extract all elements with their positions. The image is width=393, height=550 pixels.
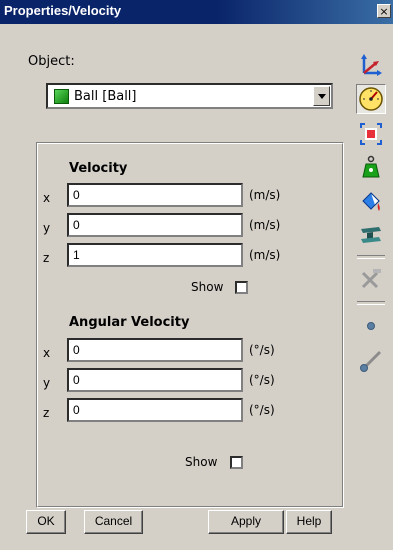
axes-icon[interactable]	[356, 50, 386, 80]
angular-y-unit: (°/s)	[249, 373, 275, 387]
mass-weight-icon[interactable]	[356, 152, 386, 182]
cancel-button[interactable]: Cancel	[84, 510, 143, 534]
velocity-z-label: z	[43, 251, 50, 265]
title-bar[interactable]: Properties/Velocity ×	[0, 0, 393, 24]
angular-velocity-heading: Angular Velocity	[69, 315, 190, 330]
chevron-down-icon[interactable]	[313, 86, 330, 106]
angular-show-checkbox[interactable]	[230, 456, 243, 469]
green-cube-icon	[54, 89, 69, 104]
angular-z-label: z	[43, 406, 50, 420]
velocity-show-checkbox[interactable]	[235, 281, 248, 294]
beam-icon[interactable]	[356, 220, 386, 250]
tools-icon[interactable]	[356, 264, 386, 294]
point-icon[interactable]	[356, 311, 386, 341]
angular-show-label: Show	[185, 455, 218, 469]
angular-x-unit: (°/s)	[249, 343, 275, 357]
angular-z-field[interactable]	[67, 398, 243, 422]
window-title: Properties/Velocity	[4, 3, 122, 18]
help-button[interactable]: Help	[286, 510, 332, 534]
velocity-x-unit: (m/s)	[249, 188, 281, 202]
object-select[interactable]: Ball [Ball]	[46, 83, 333, 109]
velocity-x-label: x	[43, 191, 51, 205]
object-select-value: Ball [Ball]	[74, 89, 137, 104]
velocity-y-field[interactable]	[67, 213, 243, 237]
velocity-show-label: Show	[191, 280, 224, 294]
paint-bucket-icon[interactable]	[356, 186, 386, 216]
angular-y-field[interactable]	[67, 368, 243, 392]
velocity-heading: Velocity	[69, 161, 128, 176]
angular-z-unit: (°/s)	[249, 403, 275, 417]
close-button[interactable]: ×	[377, 4, 391, 18]
object-label: Object:	[28, 54, 75, 69]
apply-button[interactable]: Apply	[208, 510, 284, 534]
velocity-y-label: y	[43, 221, 51, 235]
spring-link-icon[interactable]	[356, 346, 386, 376]
bounding-box-icon[interactable]	[356, 119, 386, 149]
velocity-group: Velocity x (m/s) y (m/s) z (m/s) Show An…	[36, 142, 344, 508]
toolbar-separator	[357, 255, 385, 259]
angular-x-label: x	[43, 346, 51, 360]
speedometer-icon[interactable]	[356, 84, 386, 114]
velocity-y-unit: (m/s)	[249, 218, 281, 232]
ok-button[interactable]: OK	[26, 510, 66, 534]
angular-y-label: y	[43, 376, 51, 390]
tool-palette	[349, 26, 393, 550]
velocity-z-unit: (m/s)	[249, 248, 281, 262]
toolbar-separator	[357, 301, 385, 305]
velocity-x-field[interactable]	[67, 183, 243, 207]
velocity-z-field[interactable]	[67, 243, 243, 267]
properties-dialog: Properties/Velocity × Object: Ball [Ball…	[0, 0, 393, 550]
angular-x-field[interactable]	[67, 338, 243, 362]
main-panel: Object: Ball [Ball] Velocity x (m/s) y (…	[10, 26, 345, 550]
